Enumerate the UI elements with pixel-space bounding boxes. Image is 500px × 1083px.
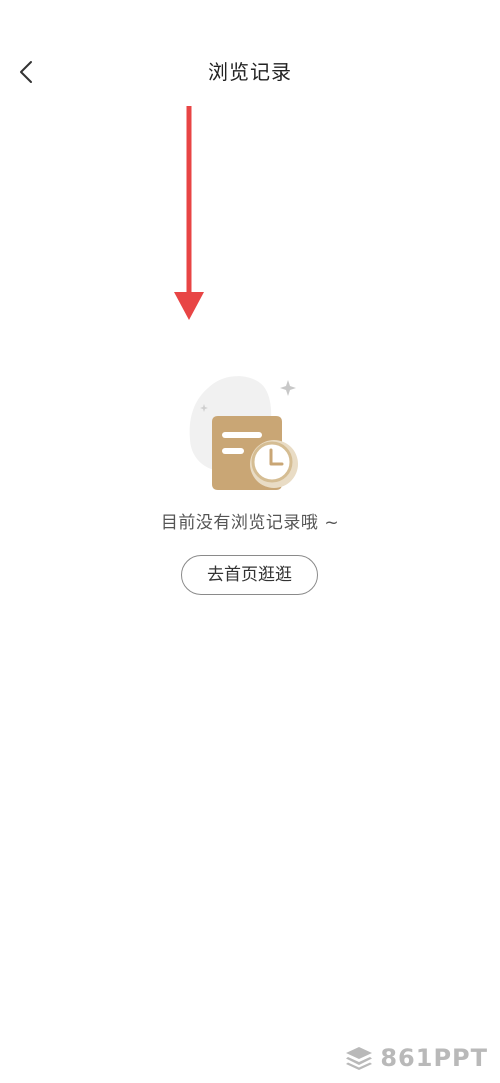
back-button[interactable] <box>10 54 42 90</box>
top-bar: 浏览记录 <box>0 40 500 104</box>
watermark-text: 861PPT <box>380 1044 488 1072</box>
go-home-button[interactable]: 去首页逛逛 <box>181 555 318 595</box>
browse-history-clock-icon <box>189 376 298 490</box>
chevron-left-icon <box>20 61 32 83</box>
watermark: 861PPT <box>344 1043 488 1073</box>
page-title: 浏览记录 <box>208 60 292 84</box>
annotation-arrow <box>174 106 204 320</box>
empty-state-message: 目前没有浏览记录哦 ~ <box>160 513 340 533</box>
layers-icon <box>346 1047 373 1070</box>
browse-history-screen: 浏览记录 目前没有浏览记录哦 ~ 去首页逛逛 861PPT <box>0 0 500 1083</box>
